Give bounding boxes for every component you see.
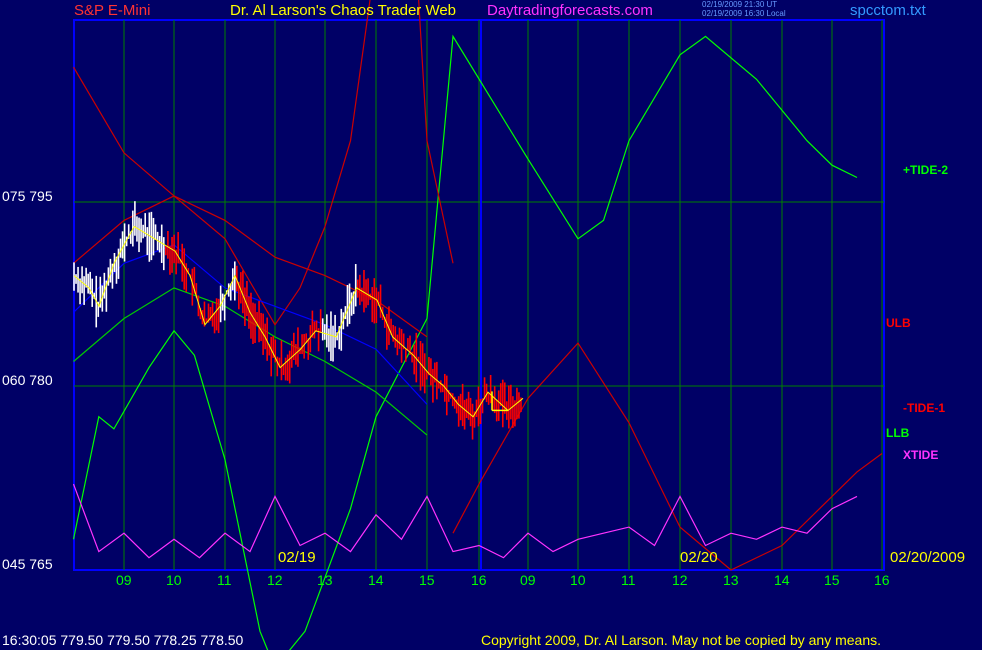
x-tick-label: 14 — [774, 572, 790, 588]
x-tick-label: 15 — [419, 572, 435, 588]
legend-tide1: -TIDE-1 — [903, 401, 945, 415]
x-tick-label: 12 — [267, 572, 283, 588]
time-local: 02/19/2009 16:30 Local — [702, 9, 786, 18]
x-tick-label: 14 — [368, 572, 384, 588]
date-label-full: 02/20/2009 — [890, 549, 966, 566]
series--tide-1 — [452, 342, 883, 571]
legend-tide2: +TIDE-2 — [903, 163, 949, 177]
footer-quote: 16:30:05 779.50 779.50 778.25 778.50 — [2, 632, 244, 648]
x-tick-label: 13 — [317, 572, 333, 588]
chart-canvas — [72, 0, 885, 650]
yellow-average-line — [73, 225, 524, 418]
x-tick-label: 12 — [672, 572, 688, 588]
symbol-title: S&P E-Mini — [74, 2, 151, 19]
price-bars — [73, 201, 522, 440]
x-tick-label: 13 — [723, 572, 739, 588]
footer-copyright: Copyright 2009, Dr. Al Larson. May not b… — [481, 632, 882, 648]
site-link[interactable]: Daytradingforecasts.com — [487, 3, 653, 18]
series-ulb — [72, 0, 454, 326]
y-label-795: 075 795 — [2, 188, 53, 204]
date-label-0220: 02/20 — [680, 549, 718, 566]
x-tick-label: 09 — [116, 572, 132, 588]
series-xtide — [72, 483, 858, 559]
series--tide-2 — [72, 34, 858, 650]
x-tick-label: 11 — [217, 572, 232, 588]
y-label-780: 060 780 — [2, 372, 53, 388]
x-tick-label: 09 — [520, 572, 536, 588]
x-tick-label: 11 — [621, 572, 636, 588]
time-ut: 02/19/2009 21:30 UT — [702, 0, 778, 9]
x-tick-label: 10 — [166, 572, 182, 588]
x-tick-label: 10 — [570, 572, 586, 588]
chart-title: Dr. Al Larson's Chaos Trader Web — [230, 2, 457, 19]
x-tick-label: 16 — [874, 572, 890, 588]
x-tick-label: 16 — [471, 572, 487, 588]
legend-ulb: ULB — [886, 316, 911, 330]
date-label-0219: 02/19 — [278, 549, 316, 566]
y-label-765: 045 765 — [2, 556, 53, 572]
legend-xtide: XTIDE — [903, 448, 939, 462]
x-tick-label: 15 — [824, 572, 840, 588]
file-name: spcctom.txt — [850, 2, 926, 19]
legend-llb: LLB — [886, 426, 910, 440]
